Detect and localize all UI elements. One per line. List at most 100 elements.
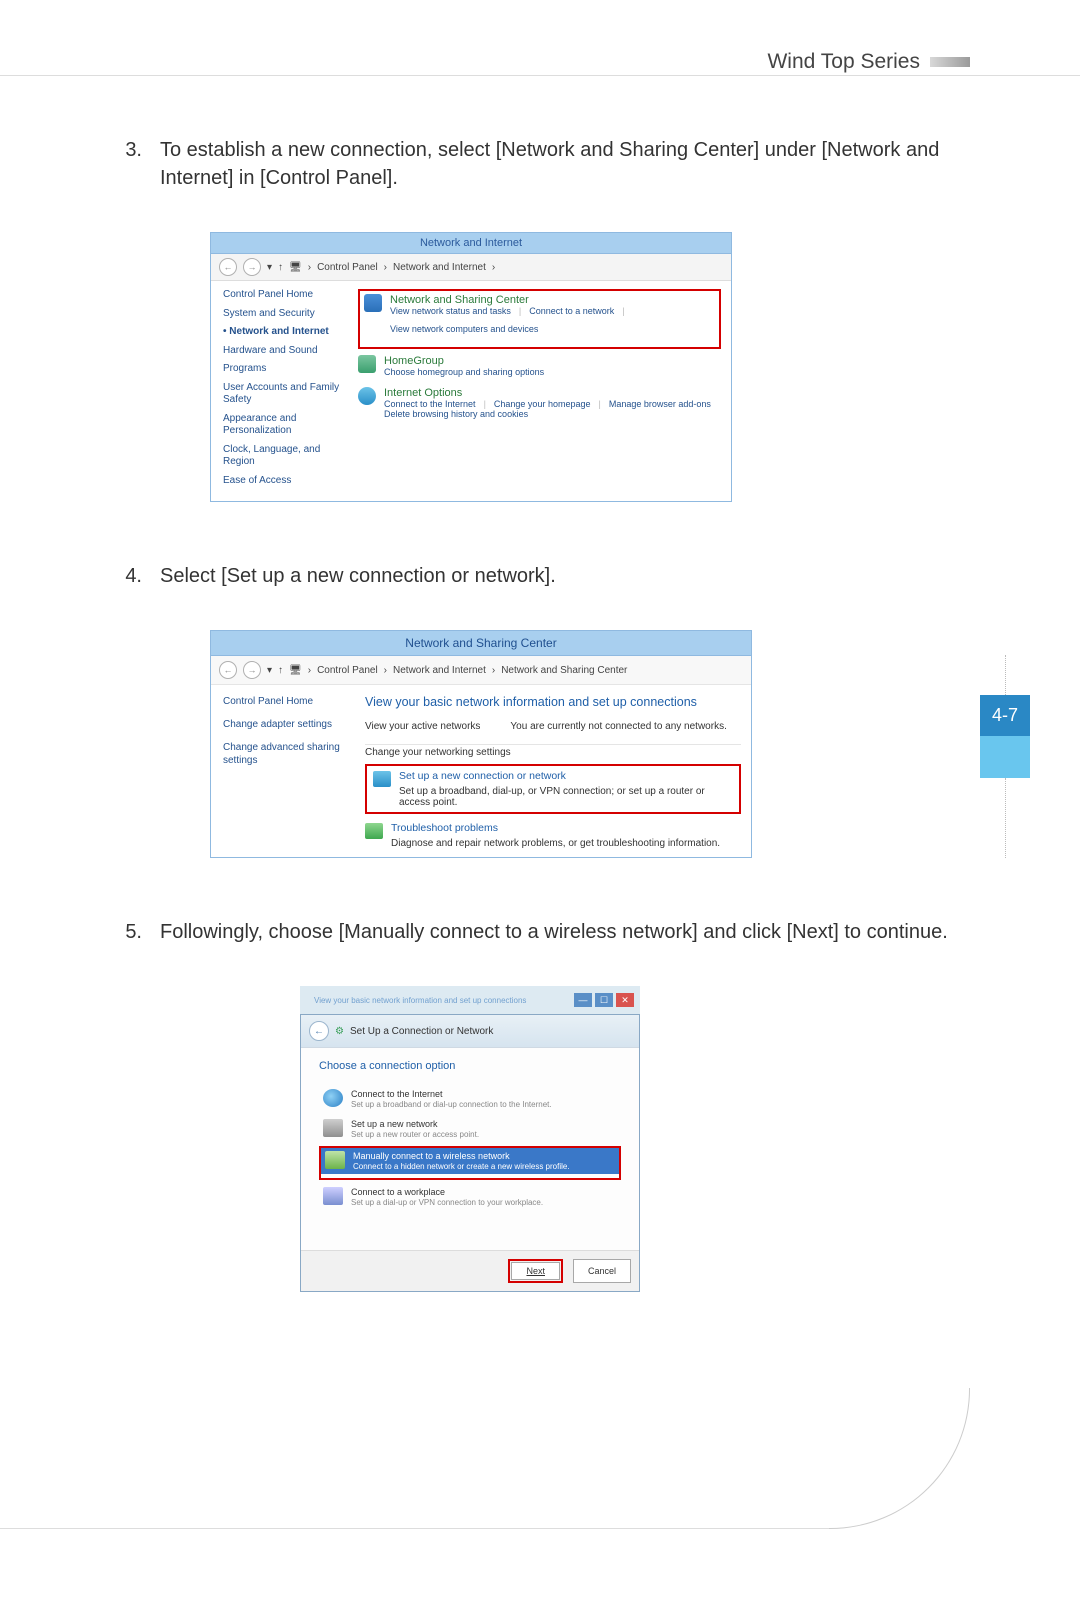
step-text: Select [Set up a new connection or netwo… [160,562,556,590]
window-title: Network and Internet [211,233,731,254]
parent-window-hint: View your basic network information and … [306,996,571,1005]
nsc-link[interactable]: Connect to a network [529,306,614,316]
setup-connection-icon [373,771,391,787]
breadcrumb-root[interactable]: Control Panel [317,665,378,676]
network-icon [364,294,382,312]
inet-link[interactable]: Change your homepage [494,399,591,409]
sidebar: Control Panel Home Change adapter settin… [211,685,359,857]
sidebar-item[interactable]: Hardware and Sound [223,345,348,358]
option-desc: Connect to a hidden network or create a … [353,1162,570,1171]
forward-button[interactable]: → [243,258,261,276]
screenshot-setup-connection-wizard: View your basic network information and … [300,986,640,1292]
inet-link[interactable]: Manage browser add-ons [609,399,711,409]
step-3: 3. To establish a new connection, select… [120,136,960,192]
back-button[interactable]: ← [219,661,237,679]
sidebar-item[interactable]: Programs [223,363,348,376]
nsc-heading[interactable]: Network and Sharing Center [390,294,715,306]
option-title: Connect to a workplace [351,1187,543,1197]
option-title: Connect to the Internet [351,1089,552,1099]
back-button[interactable]: ← [219,258,237,276]
up-arrow-icon[interactable]: ↑ [278,665,283,676]
parent-window-strip: View your basic network information and … [300,986,640,1014]
option-setup-new-network[interactable]: Set up a new network Set up a new router… [319,1116,621,1142]
sidebar-link[interactable]: Change advanced sharing settings [223,741,353,767]
page-number-tab: 4-7 [980,655,1030,858]
window-title: Network and Sharing Center [211,631,751,656]
breadcrumb-current[interactable]: Network and Sharing Center [501,665,627,676]
option-title: Set up a new network [351,1119,479,1129]
nsc-link[interactable]: View network computers and devices [390,324,538,334]
setup-connection-link[interactable]: Set up a new connection or network [399,770,733,782]
wizard-titlebar: ← ⚙ Set Up a Connection or Network [301,1015,639,1048]
globe-icon [323,1089,343,1107]
minimize-button[interactable]: — [574,993,592,1007]
footer-divider [0,1528,830,1529]
back-button[interactable]: ← [309,1021,329,1041]
internet-options-icon [358,387,376,405]
network-icon: 🖥 [289,665,302,676]
maximize-button[interactable]: ☐ [595,993,613,1007]
screenshot-network-sharing-center: Network and Sharing Center ← → ▾ ↑ 🖥 › C… [210,630,752,858]
homegroup-heading[interactable]: HomeGroup [384,355,544,367]
page-corner-curve [829,1388,970,1529]
nsc-link[interactable]: View network status and tasks [390,306,511,316]
page-number: 4-7 [980,695,1030,736]
homegroup-icon [358,355,376,373]
sidebar: Control Panel Home System and Security N… [211,281,354,501]
step-5: 5. Followingly, choose [Manually connect… [120,918,960,946]
main-heading: View your basic network information and … [365,695,741,709]
step-text: To establish a new connection, select [N… [160,136,960,192]
sidebar-item[interactable]: Ease of Access [223,475,348,488]
wizard-footer: Next Cancel [301,1250,639,1291]
homegroup-desc[interactable]: Choose homegroup and sharing options [384,367,544,377]
troubleshoot-desc: Diagnose and repair network problems, or… [391,838,720,849]
option-manual-wireless[interactable]: Manually connect to a wireless network C… [321,1148,619,1174]
sidebar-home[interactable]: Control Panel Home [223,289,348,302]
breadcrumb-current[interactable]: Network and Internet [393,262,486,273]
wizard-icon: ⚙ [335,1026,344,1037]
sidebar-item[interactable]: User Accounts and Family Safety [223,382,348,407]
cancel-button[interactable]: Cancel [573,1259,631,1283]
sidebar-item[interactable]: Appearance and Personalization [223,413,348,438]
troubleshoot-link[interactable]: Troubleshoot problems [391,822,720,834]
sidebar-item[interactable]: System and Security [223,308,348,321]
change-settings-label: Change your networking settings [365,747,741,758]
wizard-title: Set Up a Connection or Network [350,1026,493,1037]
option-desc: Set up a broadband or dial-up connection… [351,1100,552,1109]
inet-link[interactable]: Connect to the Internet [384,399,476,409]
troubleshoot-icon [365,823,383,839]
option-connect-internet[interactable]: Connect to the Internet Set up a broadba… [319,1086,621,1112]
close-button[interactable]: ✕ [616,993,634,1007]
step-number: 5. [120,918,142,946]
option-desc: Set up a new router or access point. [351,1130,479,1139]
sidebar-home[interactable]: Control Panel Home [223,695,353,708]
option-connect-workplace[interactable]: Connect to a workplace Set up a dial-up … [319,1184,621,1210]
forward-button[interactable]: → [243,661,261,679]
inet-desc[interactable]: Delete browsing history and cookies [384,409,711,419]
screenshot-network-and-internet: Network and Internet ← → ▾ ↑ 🖥 › Control… [210,232,732,502]
page-header: Wind Top Series [767,50,970,74]
next-button[interactable]: Next [511,1262,560,1280]
sidebar-link[interactable]: Change adapter settings [223,718,353,731]
option-desc: Set up a dial-up or VPN connection to yo… [351,1198,543,1207]
active-networks-label: View your active networks [365,721,480,732]
up-arrow-icon[interactable]: ↑ [278,262,283,273]
nav-bar: ← → ▾ ↑ 🖥 › Control Panel › Network and … [211,656,751,685]
header-accent-bar [930,57,970,67]
chevron-icon: ▾ [267,262,272,273]
wizard-heading: Choose a connection option [319,1060,621,1072]
setup-connection-desc: Set up a broadband, dial-up, or VPN conn… [399,786,733,808]
breadcrumb-mid[interactable]: Network and Internet [393,665,486,676]
highlighted-next-button: Next [508,1259,563,1283]
inet-heading[interactable]: Internet Options [384,387,711,399]
highlighted-manual-wireless: Manually connect to a wireless network C… [319,1146,621,1180]
series-title: Wind Top Series [767,50,920,74]
step-number: 4. [120,562,142,590]
option-title: Manually connect to a wireless network [353,1151,570,1161]
highlighted-network-sharing-center: Network and Sharing Center View network … [358,289,721,349]
nav-bar: ← → ▾ ↑ 🖥 › Control Panel › Network and … [211,254,731,281]
sidebar-item-active[interactable]: Network and Internet [223,326,348,339]
control-panel-icon: 🖥 [289,262,302,273]
breadcrumb-root[interactable]: Control Panel [317,262,378,273]
sidebar-item[interactable]: Clock, Language, and Region [223,444,348,469]
